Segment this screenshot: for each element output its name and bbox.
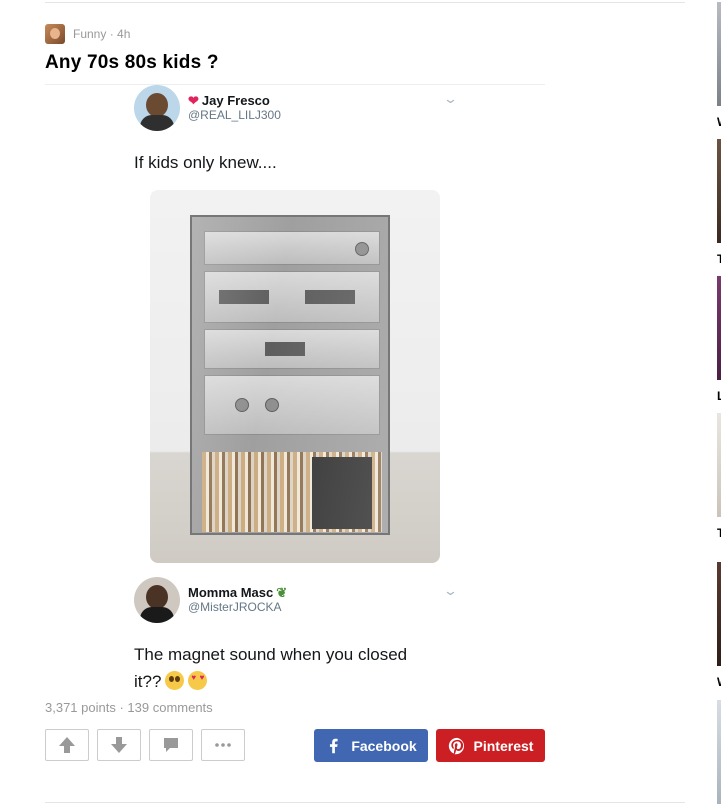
facebook-label: Facebook <box>351 737 417 754</box>
post-age: 4h <box>117 27 131 41</box>
post-title[interactable]: Any 70s 80s kids ? <box>45 52 219 74</box>
more-dots-icon <box>215 743 231 747</box>
reply-text: The magnet sound when you closed it?? <box>134 641 407 695</box>
heart-icon: ❤ <box>188 92 199 108</box>
facebook-share-button[interactable]: Facebook <box>314 729 428 762</box>
comments-link[interactable]: 139 comments <box>127 700 212 715</box>
post-image[interactable]: ❤ Jay Fresco @REAL_LILJ300 ⌄ If kids onl… <box>45 84 545 696</box>
upvote-button[interactable] <box>45 729 89 761</box>
reply-header: Momma Masc ❦ @MisterJROCKA <box>134 577 287 623</box>
section-link[interactable]: Funny <box>73 27 106 41</box>
sidebar-caption[interactable]: L <box>717 389 721 403</box>
pinterest-share-button[interactable]: Pinterest <box>436 729 545 762</box>
bottom-divider <box>45 802 685 803</box>
points-link[interactable]: 3,371 points <box>45 700 116 715</box>
plant-icon: ❦ <box>276 584 288 600</box>
chevron-down-icon: ⌄ <box>442 583 459 598</box>
pleading-face-icon <box>165 671 185 691</box>
downvote-button[interactable] <box>97 729 141 761</box>
comment-button[interactable] <box>149 729 193 761</box>
sidebar-thumbnail[interactable] <box>717 413 721 517</box>
sidebar-thumbnail[interactable] <box>717 562 721 666</box>
reply-text-line2: it?? <box>134 668 407 695</box>
sidebar-thumbnail[interactable] <box>717 700 721 804</box>
sidebar-caption[interactable]: T <box>717 526 721 540</box>
pinterest-icon <box>448 737 464 754</box>
tweet-header: ❤ Jay Fresco @REAL_LILJ300 <box>134 85 281 131</box>
sidebar-caption[interactable]: T <box>717 252 721 266</box>
sidebar-thumbnail[interactable] <box>717 139 721 243</box>
sidebar-thumbnail[interactable] <box>717 276 721 380</box>
meta-separator: · <box>106 27 118 41</box>
post-stats: 3,371 points · 139 comments <box>45 700 213 715</box>
tweet-author-name: ❤ Jay Fresco <box>188 92 270 108</box>
section-avatar-icon[interactable] <box>45 24 65 44</box>
comment-bubble-icon <box>164 738 178 752</box>
stereo-cabinet-photo <box>150 190 440 563</box>
tweet-author-handle: @REAL_LILJ300 <box>188 107 281 122</box>
down-arrow-icon <box>111 737 127 753</box>
pinterest-label: Pinterest <box>473 737 534 754</box>
reply-author-handle: @MisterJROCKA <box>188 599 282 614</box>
up-arrow-icon <box>59 737 75 753</box>
more-button[interactable] <box>201 729 245 761</box>
chevron-down-icon: ⌄ <box>442 91 459 106</box>
reply-avatar <box>134 577 180 623</box>
sidebar-caption[interactable]: W <box>717 115 721 129</box>
tweet-avatar <box>134 85 180 131</box>
sidebar-caption[interactable]: W <box>717 675 721 689</box>
sidebar-thumbnail[interactable] <box>717 2 721 106</box>
facebook-icon <box>330 738 338 753</box>
top-divider <box>45 2 685 3</box>
post-meta: Funny · 4h <box>45 24 130 44</box>
heart-eyes-icon <box>188 671 208 691</box>
tweet-text: If kids only knew.... <box>134 153 277 172</box>
stats-separator: · <box>115 700 128 715</box>
reply-author-name: Momma Masc ❦ <box>188 584 288 600</box>
reply-text-line1: The magnet sound when you closed <box>134 645 408 664</box>
